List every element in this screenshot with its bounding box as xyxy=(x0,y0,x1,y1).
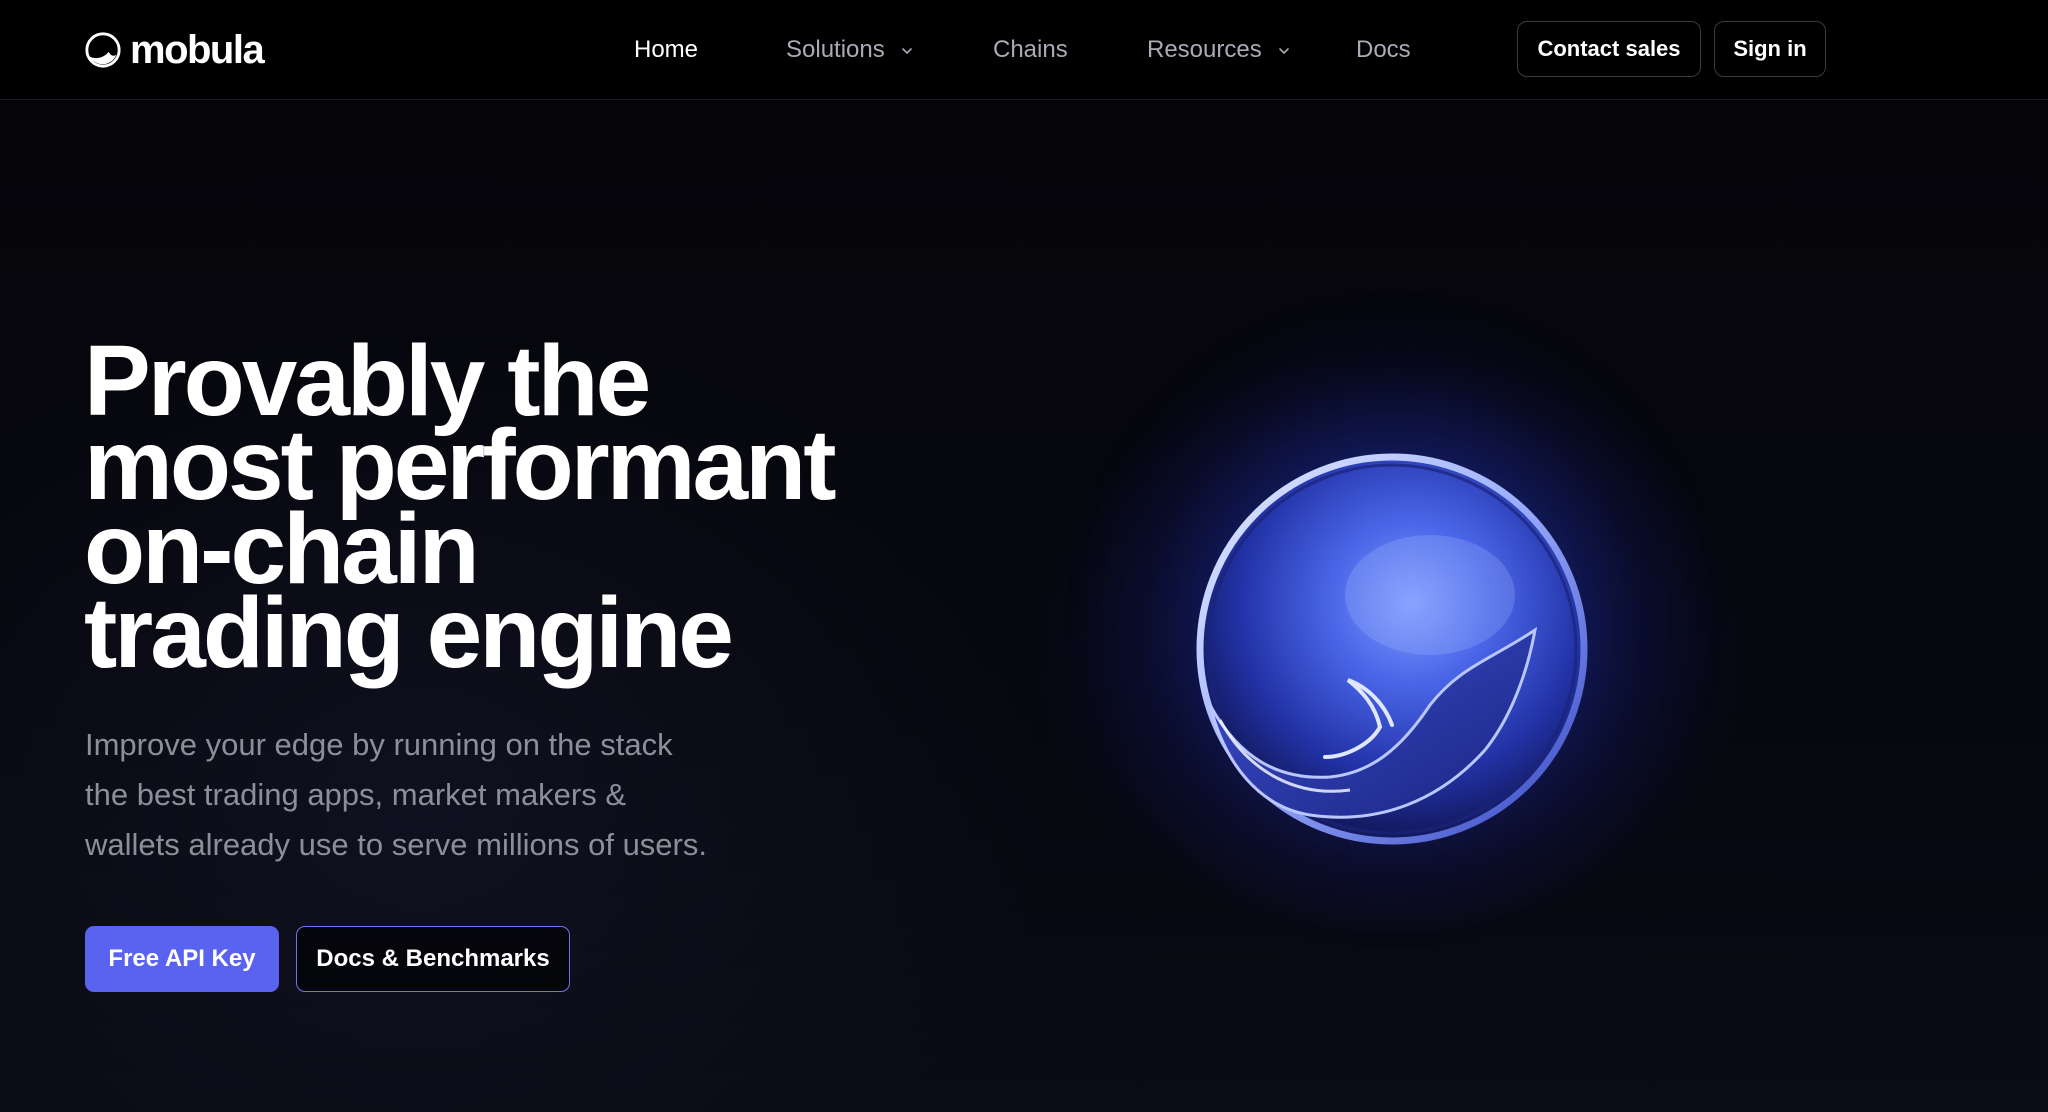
brand-name: mobula xyxy=(130,28,265,72)
nav-item-resources[interactable]: Resources xyxy=(1147,34,1290,66)
docs-benchmarks-button[interactable]: Docs & Benchmarks xyxy=(296,926,570,992)
top-navbar: mobula Home Solutions Chains Resources D… xyxy=(0,0,2048,100)
nav-item-solutions[interactable]: Solutions xyxy=(786,34,913,66)
free-api-key-button[interactable]: Free API Key xyxy=(85,926,279,992)
hero-subtitle-line: wallets already use to serve millions of… xyxy=(85,827,707,862)
nav-item-label: Docs xyxy=(1356,36,1411,63)
manta-ray-orb-icon xyxy=(1196,453,1588,845)
nav-item-docs[interactable]: Docs xyxy=(1356,34,1411,66)
page: mobula Home Solutions Chains Resources D… xyxy=(0,0,2048,1112)
nav-item-label: Resources xyxy=(1147,36,1262,63)
hero-title: Provably the most performant on-chain tr… xyxy=(84,331,984,689)
nav-item-label: Home xyxy=(634,36,699,63)
nav-item-label: Chains xyxy=(993,36,1068,63)
chevron-down-icon xyxy=(1278,48,1289,54)
hero-subtitle: Improve your edge by running on the stac… xyxy=(85,720,805,870)
contact-sales-button[interactable]: Contact sales xyxy=(1517,21,1701,77)
hero-subtitle-line: the best trading apps, market makers & xyxy=(85,777,627,812)
nav-item-home[interactable]: Home xyxy=(634,34,698,66)
mobula-logo-icon xyxy=(85,32,121,68)
brand-logo[interactable]: mobula xyxy=(84,28,265,72)
nav-item-label: Solutions xyxy=(786,36,885,63)
hero-section: Provably the most performant on-chain tr… xyxy=(0,101,2048,1112)
hero-subtitle-line: Improve your edge by running on the stac… xyxy=(85,727,673,762)
nav-item-chains[interactable]: Chains xyxy=(993,34,1068,66)
sign-in-button[interactable]: Sign in xyxy=(1714,21,1826,77)
chevron-down-icon xyxy=(901,48,912,54)
hero-title-line: trading engine xyxy=(84,577,734,689)
